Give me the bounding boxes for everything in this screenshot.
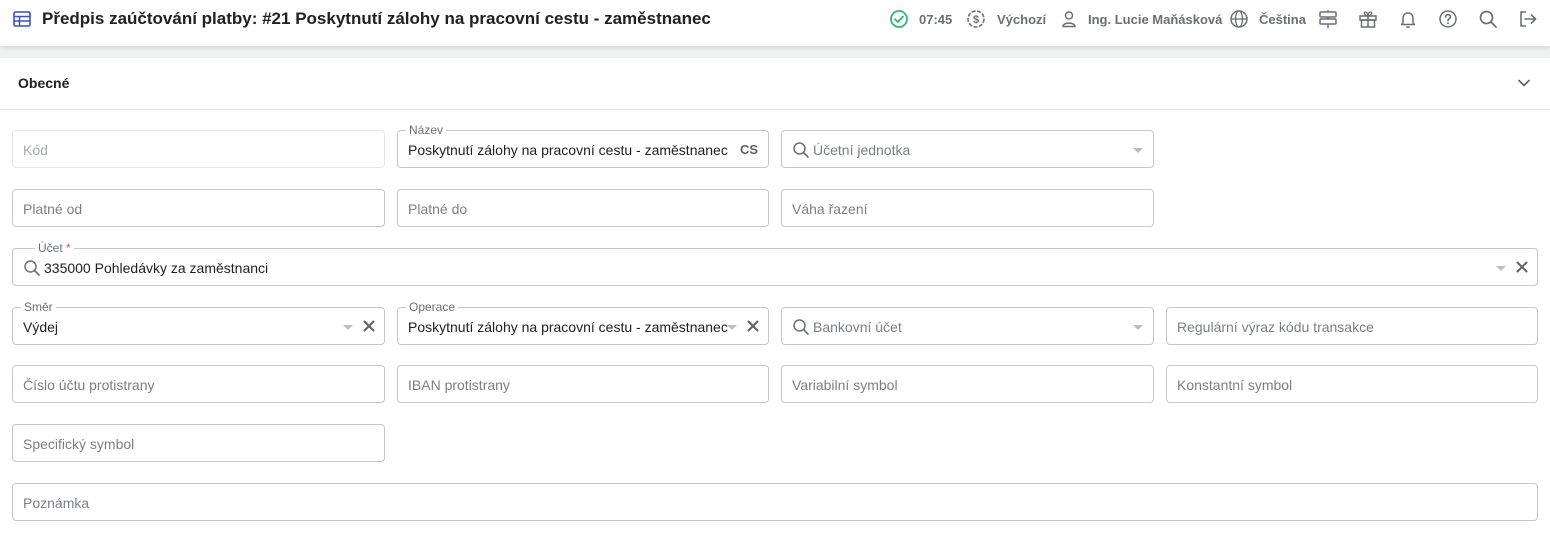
- dropdown-arrow-icon[interactable]: [1133, 325, 1143, 330]
- page-title: Předpis zaúčtování platby: #21 Poskytnut…: [42, 9, 711, 28]
- smer-value[interactable]: Výdej: [23, 319, 58, 335]
- dropdown-arrow-icon[interactable]: [1496, 266, 1506, 271]
- dropdown-arrow-icon[interactable]: [1133, 148, 1143, 153]
- kod-placeholder: Kód: [23, 142, 48, 158]
- nazev-label: Název: [406, 122, 447, 138]
- smer-select[interactable]: Směr Výdej: [12, 299, 385, 345]
- iban-protistrany-field[interactable]: IBAN protistrany: [397, 365, 769, 403]
- section-general-header[interactable]: Obecné: [0, 58, 1550, 110]
- table-icon: [13, 11, 31, 27]
- header-separator: [0, 46, 1550, 58]
- bell-icon: [1400, 12, 1416, 28]
- language-label: Čeština: [1259, 11, 1306, 27]
- specificky-symbol-placeholder: Specifický symbol: [23, 436, 135, 452]
- vaha-razeni-field[interactable]: Váha řazení: [781, 189, 1154, 227]
- bankovni-ucet-select[interactable]: Bankovní účet: [781, 307, 1154, 345]
- dropdown-arrow-icon[interactable]: [727, 325, 737, 330]
- required-marker: *: [66, 241, 71, 255]
- regularni-vyraz-field[interactable]: Regulární výraz kódu transakce: [1166, 307, 1538, 345]
- operace-select[interactable]: Operace Poskytnutí zálohy na pracovní ce…: [397, 299, 769, 345]
- poznamka-field[interactable]: Poznámka: [12, 483, 1538, 521]
- ucetni-jednotka-placeholder: Účetní jednotka: [813, 142, 911, 158]
- iban-protistrany-placeholder: IBAN protistrany: [408, 377, 510, 393]
- operace-value[interactable]: Poskytnutí zálohy na pracovní cestu - za…: [408, 319, 728, 335]
- ucet-value[interactable]: 335000 Pohledávky za zaměstnanci: [44, 260, 268, 276]
- clear-icon[interactable]: [361, 318, 377, 334]
- user-menu-button[interactable]: Ing. Lucie Maňásková: [1061, 8, 1222, 30]
- kod-field: Kód: [12, 130, 385, 168]
- platne-do-field[interactable]: Platné do: [397, 189, 769, 227]
- chevron-down-icon[interactable]: [1516, 75, 1532, 91]
- help-icon: [1439, 10, 1457, 28]
- bankovni-ucet-placeholder: Bankovní účet: [813, 319, 902, 335]
- check-circle-icon: [890, 10, 908, 28]
- time-label: 07:45: [919, 11, 953, 27]
- top-bar: Předpis zaúčtování platby: #21 Poskytnut…: [0, 0, 1550, 46]
- clear-icon[interactable]: [1514, 259, 1530, 275]
- search-icon: [793, 319, 809, 335]
- section-title: Obecné: [18, 75, 70, 91]
- signpost-icon: [1319, 10, 1337, 28]
- variabilni-symbol-field[interactable]: Variabilní symbol: [781, 365, 1154, 403]
- time-status[interactable]: 07:45: [889, 8, 952, 30]
- nazev-field[interactable]: Název Poskytnutí zálohy na pracovní cest…: [397, 122, 769, 168]
- variabilni-symbol-placeholder: Variabilní symbol: [792, 377, 898, 393]
- logout-icon: [1520, 11, 1537, 27]
- dollar-circle-icon: $: [967, 10, 985, 28]
- search-icon: [1479, 10, 1497, 28]
- vaha-razeni-placeholder: Váha řazení: [792, 201, 868, 217]
- cislo-uctu-protistrany-placeholder: Číslo účtu protistrany: [23, 377, 155, 393]
- ucet-select[interactable]: Účet * 335000 Pohledávky za zaměstnanci: [12, 240, 1538, 286]
- clear-icon[interactable]: [745, 318, 761, 334]
- gift-icon: [1359, 11, 1377, 28]
- logout-button[interactable]: [1518, 8, 1538, 30]
- platne-do-placeholder: Platné do: [408, 201, 468, 217]
- help-button[interactable]: [1438, 8, 1458, 30]
- konstantni-symbol-placeholder: Konstantní symbol: [1177, 377, 1293, 393]
- currency-profile-label: Výchozí: [997, 11, 1047, 27]
- dropdown-arrow-icon[interactable]: [343, 325, 353, 330]
- language-button[interactable]: Čeština: [1229, 8, 1306, 30]
- globe-icon: [1230, 10, 1248, 28]
- nazev-value[interactable]: Poskytnutí zálohy na pracovní cestu - za…: [408, 142, 728, 158]
- regularni-vyraz-placeholder: Regulární výraz kódu transakce: [1177, 319, 1374, 335]
- cislo-uctu-protistrany-field[interactable]: Číslo účtu protistrany: [12, 365, 385, 403]
- search-icon: [24, 260, 40, 276]
- search-button[interactable]: [1478, 8, 1498, 30]
- search-icon: [793, 142, 809, 158]
- specificky-symbol-field[interactable]: Specifický symbol: [12, 424, 385, 462]
- signpost-button[interactable]: [1318, 8, 1338, 30]
- user-name: Ing. Lucie Maňásková: [1088, 11, 1223, 27]
- svg-text:$: $: [973, 14, 979, 26]
- user-icon: [1062, 11, 1076, 28]
- smer-label: Směr: [21, 299, 56, 315]
- operace-label: Operace: [406, 299, 459, 315]
- platne-od-placeholder: Platné od: [23, 201, 83, 217]
- gift-button[interactable]: [1358, 8, 1378, 30]
- notifications-button[interactable]: [1398, 8, 1418, 30]
- language-suffix[interactable]: CS: [740, 142, 758, 157]
- ucetni-jednotka-select[interactable]: Účetní jednotka: [781, 130, 1154, 168]
- konstantni-symbol-field[interactable]: Konstantní symbol: [1166, 365, 1538, 403]
- currency-profile-button[interactable]: $ Výchozí: [966, 8, 1046, 30]
- poznamka-placeholder: Poznámka: [23, 495, 90, 511]
- ucet-label: Účet *: [35, 240, 74, 256]
- platne-od-field[interactable]: Platné od: [12, 189, 385, 227]
